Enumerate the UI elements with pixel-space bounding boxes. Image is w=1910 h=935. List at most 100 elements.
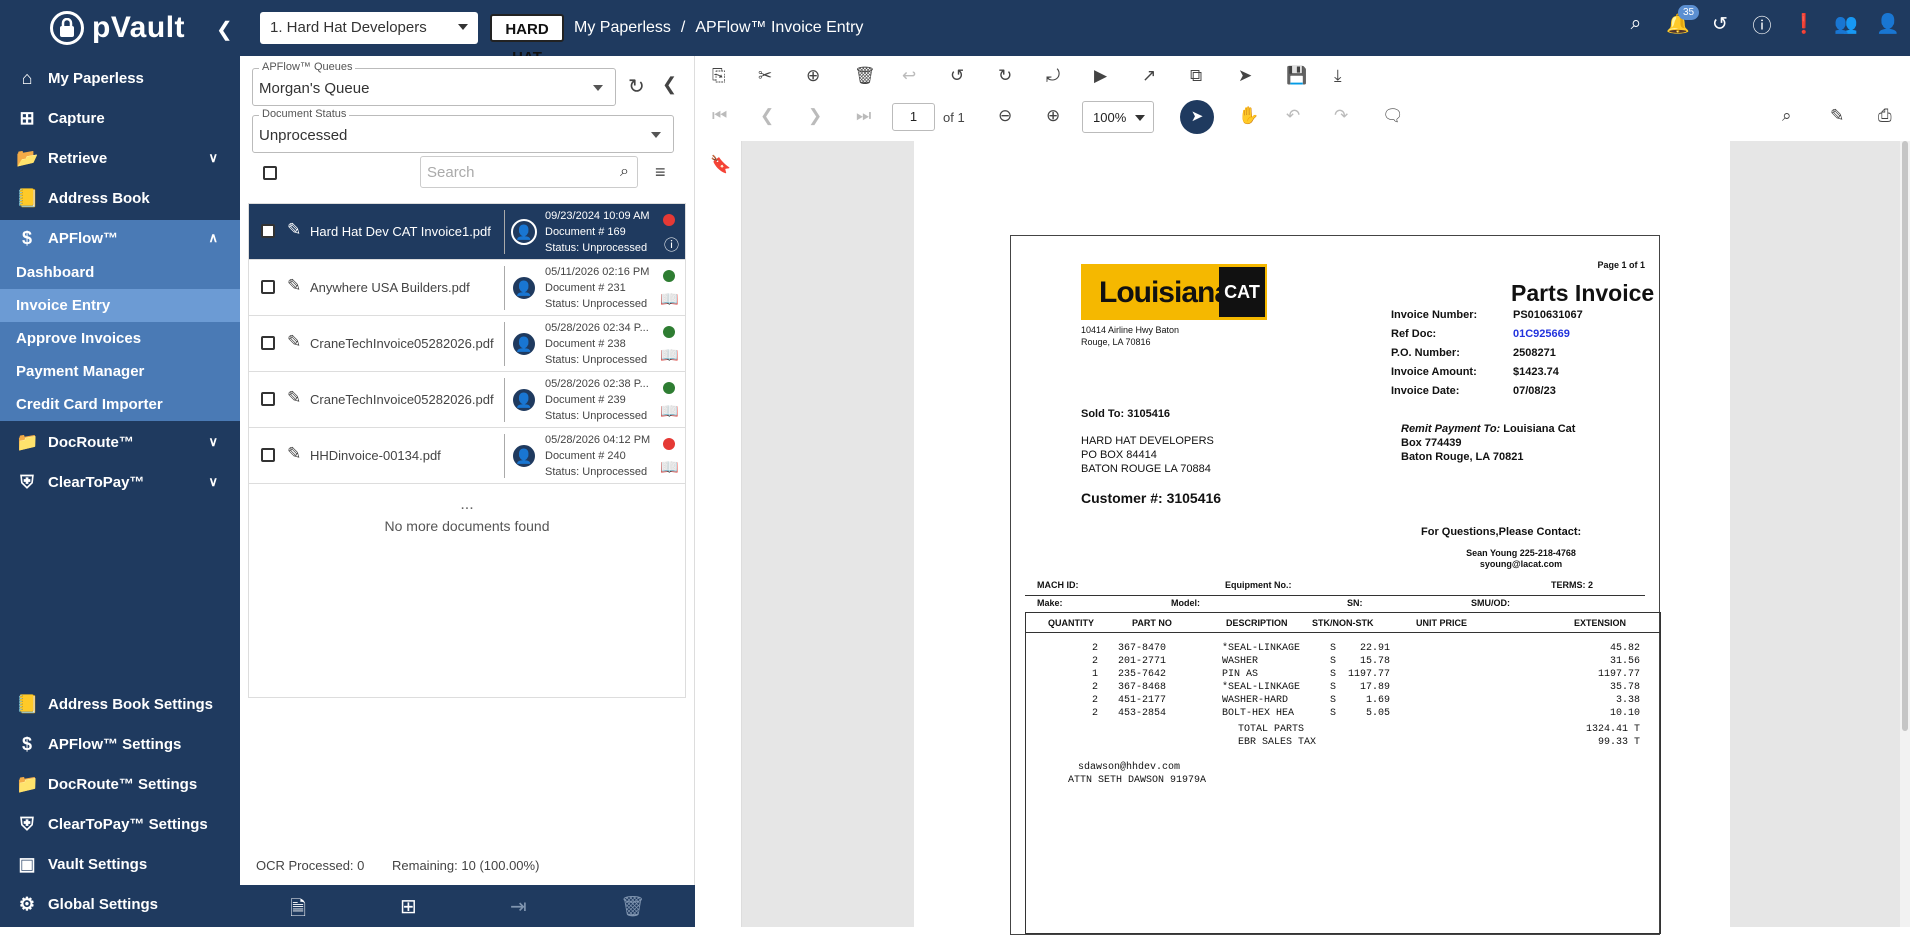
sidebar-sub-approve-invoices[interactable]: Approve Invoices xyxy=(0,322,240,355)
open-external-icon[interactable]: ↗ xyxy=(1142,66,1156,86)
edit-icon[interactable]: ✎ xyxy=(287,276,301,296)
brand-logo[interactable]: pVault xyxy=(50,10,185,46)
sidebar-item-my-paperless[interactable]: ⌂ My Paperless xyxy=(0,60,240,96)
send-icon[interactable]: ➤ xyxy=(1238,66,1252,86)
split-icon[interactable]: ✂ xyxy=(758,66,772,86)
search-input[interactable]: Search ⌕ xyxy=(420,156,638,188)
edit-annotate-icon[interactable]: ✎ xyxy=(1830,106,1844,126)
reader-icon[interactable]: 📖 xyxy=(660,346,679,364)
account-icon[interactable]: 👤 xyxy=(1876,12,1900,36)
user-icon[interactable]: 👤 xyxy=(511,331,537,357)
bookmark-icon[interactable]: 🔖 xyxy=(710,155,731,175)
list-item[interactable]: ✎ HHDinvoice-00134.pdf 👤 05/28/2026 04:1… xyxy=(249,428,685,484)
sidebar-item-docroute[interactable]: 📁 DocRoute™ ∨ xyxy=(0,424,240,460)
list-item[interactable]: ✎ Anywhere USA Builders.pdf 👤 05/11/2026… xyxy=(249,260,685,316)
trash-icon[interactable]: 🗑 xyxy=(854,66,876,86)
sidebar-item-apflow[interactable]: $ APFlow™ ∧ xyxy=(0,220,240,256)
sidebar-item-global-settings[interactable]: ⚙ Global Settings xyxy=(0,886,240,922)
sidebar-sub-invoice-entry[interactable]: Invoice Entry xyxy=(0,289,240,322)
company-select[interactable]: 1. Hard Hat Developers xyxy=(260,12,478,44)
rotate-left-icon[interactable]: ↺ xyxy=(950,66,964,86)
edit-icon[interactable]: ✎ xyxy=(287,220,301,240)
queue-select[interactable]: APFlow™ Queues Morgan's Queue xyxy=(252,61,616,106)
zoom-select[interactable]: 100% xyxy=(1082,101,1154,133)
trash-icon[interactable]: 🗑 xyxy=(620,894,645,919)
document-status-select[interactable]: Document Status Unprocessed xyxy=(252,108,674,153)
search-icon[interactable]: ⌕ xyxy=(1782,106,1792,126)
save-icon[interactable]: 💾 xyxy=(1286,66,1307,86)
last-page-icon[interactable]: ⏭ xyxy=(856,106,871,126)
comment-icon[interactable]: 🗨 xyxy=(1382,106,1404,126)
pan-hand-icon[interactable]: ✋ xyxy=(1238,106,1259,126)
zoom-in-icon[interactable]: ⊕ xyxy=(1046,106,1060,126)
sidebar-item-vault-settings[interactable]: ▣ Vault Settings xyxy=(0,846,240,882)
list-item[interactable]: ✎ CraneTechInvoice05282026.pdf 👤 05/28/2… xyxy=(249,316,685,372)
viewer-scrollbar[interactable] xyxy=(1900,141,1910,927)
sidebar-item-apflow-settings[interactable]: $ APFlow™ Settings xyxy=(0,726,240,762)
help-icon[interactable]: ⓘ xyxy=(1750,12,1774,37)
bell-icon[interactable]: 🔔 35 xyxy=(1666,5,1700,36)
collapse-sidebar-chevron-icon[interactable]: ❮ xyxy=(216,17,233,42)
sidebar-sub-payment-manager[interactable]: Payment Manager xyxy=(0,355,240,388)
copy-icon[interactable]: ⎘ xyxy=(712,66,726,86)
page-number-input[interactable]: 1 xyxy=(892,103,935,131)
collapse-panel-chevron-icon[interactable]: ❮ xyxy=(662,74,677,95)
redo-icon[interactable]: ⤾ xyxy=(1046,66,1060,86)
sidebar-item-address-book-settings[interactable]: 📒 Address Book Settings xyxy=(0,686,240,722)
reply-icon[interactable]: ↩ xyxy=(902,66,916,86)
print-icon[interactable]: ⎙ xyxy=(1878,106,1892,126)
search-icon[interactable]: ⌕ xyxy=(620,163,629,181)
list-item[interactable]: ✎ Hard Hat Dev CAT Invoice1.pdf 👤 09/23/… xyxy=(249,204,685,260)
edit-icon[interactable]: ✎ xyxy=(287,388,301,408)
user-icon[interactable]: 👤 xyxy=(511,443,537,469)
sidebar-item-cleartopay-settings[interactable]: ⛨ ClearToPay™ Settings xyxy=(0,806,240,842)
insert-page-icon[interactable]: ⊕ xyxy=(806,66,820,86)
sidebar-item-capture[interactable]: ⊞ Capture xyxy=(0,100,240,136)
user-icon[interactable]: 👤 xyxy=(511,275,537,301)
merge-icon[interactable]: ⧉ xyxy=(1190,66,1202,86)
list-item[interactable]: ✎ CraneTechInvoice05282026.pdf 👤 05/28/2… xyxy=(249,372,685,428)
sidebar-item-cleartopay[interactable]: ⛨ ClearToPay™ ∨ xyxy=(0,464,240,500)
filter-icon[interactable]: ≡ xyxy=(655,162,666,183)
edit-icon[interactable]: ✎ xyxy=(287,444,301,464)
rotate-right-icon[interactable]: ↻ xyxy=(998,66,1012,86)
user-icon[interactable]: 👤 xyxy=(511,387,537,413)
sidebar-sub-credit-card-importer[interactable]: Credit Card Importer xyxy=(0,388,240,421)
sidebar-item-address-book[interactable]: 📒 Address Book xyxy=(0,180,240,216)
scrollbar-thumb[interactable] xyxy=(1902,141,1908,731)
zoom-out-icon[interactable]: ⊖ xyxy=(998,106,1012,126)
refresh-icon[interactable]: ↻ xyxy=(628,74,645,99)
download-icon[interactable]: ⤓ xyxy=(1334,66,1342,86)
video-icon[interactable]: ▶ xyxy=(1094,66,1107,86)
sidebar-item-retrieve[interactable]: 📂 Retrieve ∨ xyxy=(0,140,240,176)
alert-icon[interactable]: ❗ xyxy=(1792,12,1816,36)
row-checkbox[interactable] xyxy=(261,336,275,350)
users-icon[interactable]: 👥 xyxy=(1834,12,1858,36)
reader-icon[interactable]: 📖 xyxy=(660,402,679,420)
sidebar-sub-dashboard[interactable]: Dashboard xyxy=(0,256,240,289)
remit-label: Remit Payment To: xyxy=(1401,423,1501,435)
add-icon[interactable]: ⊞ xyxy=(400,894,417,919)
history-icon[interactable]: ↺ xyxy=(1708,12,1732,36)
user-icon[interactable]: 👤 xyxy=(511,219,537,245)
new-invoice-icon[interactable]: 🗎 xyxy=(290,894,306,928)
next-page-icon[interactable]: ❯ xyxy=(808,106,822,126)
row-checkbox[interactable] xyxy=(261,392,275,406)
reader-icon[interactable]: 📖 xyxy=(660,458,679,476)
prev-page-icon[interactable]: ❮ xyxy=(760,106,774,126)
first-page-icon[interactable]: ⏮ xyxy=(712,106,727,126)
search-icon[interactable]: ⌕ xyxy=(1624,12,1648,36)
sidebar-item-docroute-settings[interactable]: 📁 DocRoute™ Settings xyxy=(0,766,240,802)
edit-icon[interactable]: ✎ xyxy=(287,332,301,352)
row-checkbox[interactable] xyxy=(261,224,275,238)
row-checkbox[interactable] xyxy=(261,280,275,294)
breadcrumb-my-paperless[interactable]: My Paperless xyxy=(574,19,671,37)
select-tool-icon[interactable]: ➤ xyxy=(1180,100,1214,134)
select-all-checkbox[interactable] xyxy=(263,166,277,180)
row-checkbox[interactable] xyxy=(261,448,275,462)
undo-icon[interactable]: ↶ xyxy=(1286,106,1300,126)
help-circle-icon[interactable]: ⓘ xyxy=(664,234,679,255)
reader-icon[interactable]: 📖 xyxy=(660,290,679,308)
move-icon[interactable]: ⇥ xyxy=(510,894,527,919)
redo-icon[interactable]: ↷ xyxy=(1334,106,1348,126)
